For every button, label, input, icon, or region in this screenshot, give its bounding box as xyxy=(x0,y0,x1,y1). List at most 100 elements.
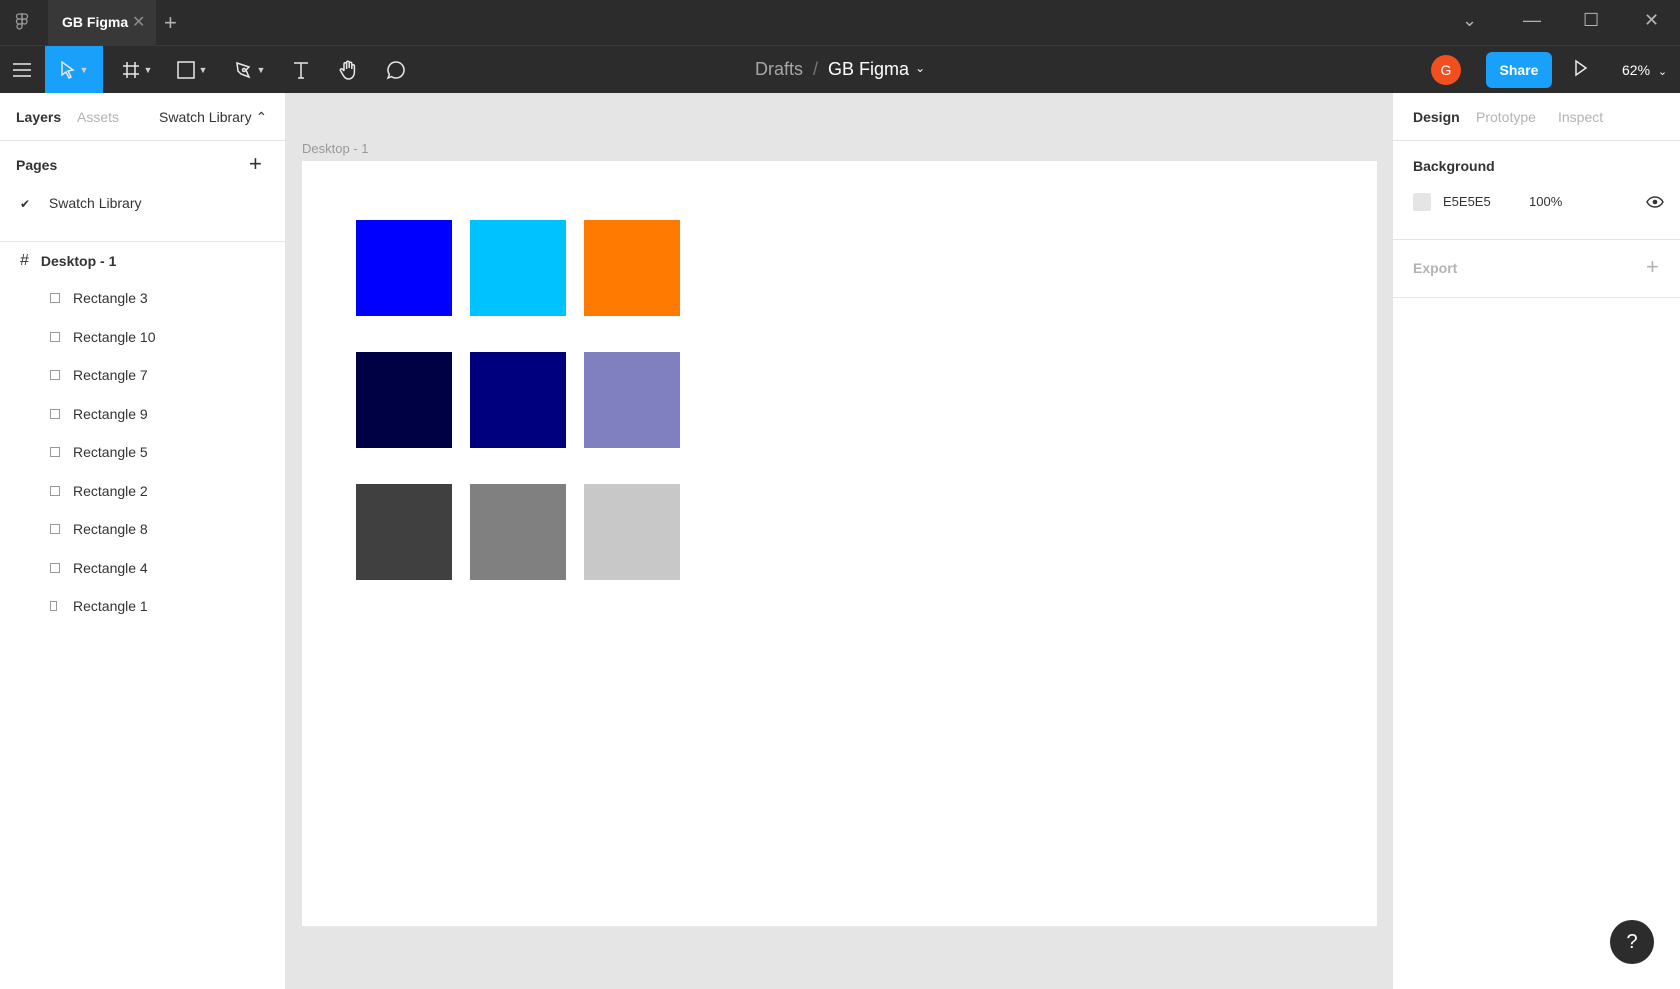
text-icon xyxy=(294,61,308,79)
layer-item-label: Rectangle 4 xyxy=(73,560,148,576)
rectangle-icon xyxy=(50,332,60,342)
breadcrumb-drafts[interactable]: Drafts xyxy=(755,59,803,80)
desktop-frame[interactable] xyxy=(302,161,1377,926)
avatar[interactable]: G xyxy=(1431,55,1461,85)
maximize-icon[interactable]: ☐ xyxy=(1583,10,1599,31)
layer-item[interactable]: Rectangle 4 xyxy=(50,560,148,576)
layer-item-label: Rectangle 3 xyxy=(73,290,148,306)
chevron-down-icon: ▼ xyxy=(256,64,266,75)
frame-icon xyxy=(122,61,139,78)
layer-item[interactable]: Rectangle 10 xyxy=(50,329,156,345)
chevron-down-icon[interactable]: ⌄ xyxy=(915,61,925,75)
layer-item[interactable]: Rectangle 5 xyxy=(50,444,148,460)
main-menu-button[interactable] xyxy=(0,46,44,93)
hand-tool-button[interactable] xyxy=(333,46,363,93)
background-section: Background E5E5E5 100% xyxy=(1393,141,1680,240)
share-button[interactable]: Share xyxy=(1486,52,1552,88)
frame-icon: # xyxy=(20,252,29,269)
layer-item-label: Rectangle 8 xyxy=(73,521,148,537)
background-hex-input[interactable]: E5E5E5 xyxy=(1443,194,1491,209)
rectangle-icon xyxy=(50,486,60,496)
frame-label[interactable]: Desktop - 1 xyxy=(302,141,368,156)
swatch-rectangle[interactable] xyxy=(356,220,452,316)
play-icon[interactable] xyxy=(1574,59,1588,77)
page-dropdown[interactable]: Swatch Library ⌃ xyxy=(159,109,267,126)
swatch-rectangle[interactable] xyxy=(470,352,566,448)
new-tab-icon[interactable]: + xyxy=(164,10,177,36)
tab-inspect[interactable]: Inspect xyxy=(1558,109,1603,125)
chevron-down-icon: ▼ xyxy=(79,64,89,75)
chevron-down-icon: ▼ xyxy=(198,64,208,75)
file-tab-title: GB Figma xyxy=(62,14,129,30)
layer-item-label: Rectangle 10 xyxy=(73,329,156,345)
rectangle-icon xyxy=(50,563,60,573)
eye-icon[interactable] xyxy=(1646,195,1664,209)
swatch-rectangle[interactable] xyxy=(584,484,680,580)
title-bar: GB Figma ✕ + ⌄ — ☐ ✕ xyxy=(0,0,1680,45)
layer-item[interactable]: Rectangle 1 xyxy=(50,598,148,614)
rectangle-icon xyxy=(50,370,60,380)
zoom-level: 62% xyxy=(1622,62,1651,78)
breadcrumb: Drafts / GB Figma ⌄ xyxy=(755,46,925,93)
right-panel: Design Prototype Inspect Background E5E5… xyxy=(1392,93,1680,989)
add-page-icon[interactable]: + xyxy=(249,151,262,177)
swatch-rectangle[interactable] xyxy=(356,484,452,580)
tab-design[interactable]: Design xyxy=(1413,109,1460,125)
cursor-icon xyxy=(60,60,75,79)
swatch-rectangle[interactable] xyxy=(470,220,566,316)
check-icon: ✔ xyxy=(20,197,31,211)
left-panel: Layers Assets Swatch Library ⌃ Pages + ✔… xyxy=(0,93,286,989)
swatch-rectangle[interactable] xyxy=(356,352,452,448)
add-export-icon[interactable]: + xyxy=(1646,254,1659,280)
tabs-dropdown-icon[interactable]: ⌄ xyxy=(1462,10,1477,31)
tab-prototype[interactable]: Prototype xyxy=(1476,109,1536,125)
swatch-rectangle[interactable] xyxy=(584,220,680,316)
zoom-dropdown[interactable]: 62% ⌄ xyxy=(1622,62,1667,78)
file-name[interactable]: GB Figma xyxy=(828,59,909,80)
shape-tool-button[interactable]: ▼ xyxy=(170,46,214,93)
text-tool-button[interactable] xyxy=(286,46,316,93)
swatch-rectangle[interactable] xyxy=(470,484,566,580)
figma-logo-icon[interactable] xyxy=(12,12,32,32)
layer-frame[interactable]: # Desktop - 1 xyxy=(20,252,116,270)
help-button[interactable]: ? xyxy=(1610,920,1654,964)
export-section: Export + xyxy=(1393,240,1680,298)
layer-item[interactable]: Rectangle 2 xyxy=(50,483,148,499)
minimize-icon[interactable]: — xyxy=(1523,10,1541,31)
rectangle-icon xyxy=(176,60,195,79)
layer-item-label: Rectangle 1 xyxy=(73,598,148,614)
layer-item[interactable]: Rectangle 3 xyxy=(50,290,148,306)
swatch-rectangle[interactable] xyxy=(584,352,680,448)
background-opacity-input[interactable]: 100% xyxy=(1529,194,1562,209)
right-panel-tabs: Design Prototype Inspect xyxy=(1393,93,1680,141)
rectangle-icon xyxy=(50,601,57,611)
window-close-icon[interactable]: ✕ xyxy=(1644,10,1659,31)
pen-tool-button[interactable]: ▼ xyxy=(228,46,272,93)
chevron-down-icon: ⌄ xyxy=(1657,66,1668,78)
page-item[interactable]: ✔ Swatch Library xyxy=(20,195,141,211)
canvas[interactable]: Desktop - 1 xyxy=(287,93,1391,989)
rectangle-icon xyxy=(50,293,60,303)
layer-item[interactable]: Rectangle 9 xyxy=(50,406,148,422)
tab-close-icon[interactable]: ✕ xyxy=(132,12,145,32)
rectangle-icon xyxy=(50,409,60,419)
page-item-label: Swatch Library xyxy=(48,195,142,211)
breadcrumb-separator: / xyxy=(813,59,819,79)
pen-icon xyxy=(235,61,250,78)
hand-icon xyxy=(339,60,356,80)
background-color-swatch[interactable] xyxy=(1413,193,1431,211)
layer-item[interactable]: Rectangle 8 xyxy=(50,521,148,537)
frame-tool-button[interactable]: ▼ xyxy=(115,46,159,93)
comment-tool-button[interactable] xyxy=(381,46,411,93)
file-tab[interactable]: GB Figma ✕ xyxy=(48,0,156,45)
export-title: Export xyxy=(1413,260,1458,276)
tab-assets[interactable]: Assets xyxy=(77,109,119,125)
move-tool-button[interactable]: ▼ xyxy=(45,46,103,93)
chevron-down-icon: ▼ xyxy=(143,64,153,75)
pages-section: Pages + ✔ Swatch Library xyxy=(0,141,285,242)
rectangle-icon xyxy=(50,524,60,534)
tab-layers[interactable]: Layers xyxy=(16,109,61,125)
rectangle-icon xyxy=(50,447,60,457)
comment-icon xyxy=(386,60,405,79)
layer-item[interactable]: Rectangle 7 xyxy=(50,367,148,383)
